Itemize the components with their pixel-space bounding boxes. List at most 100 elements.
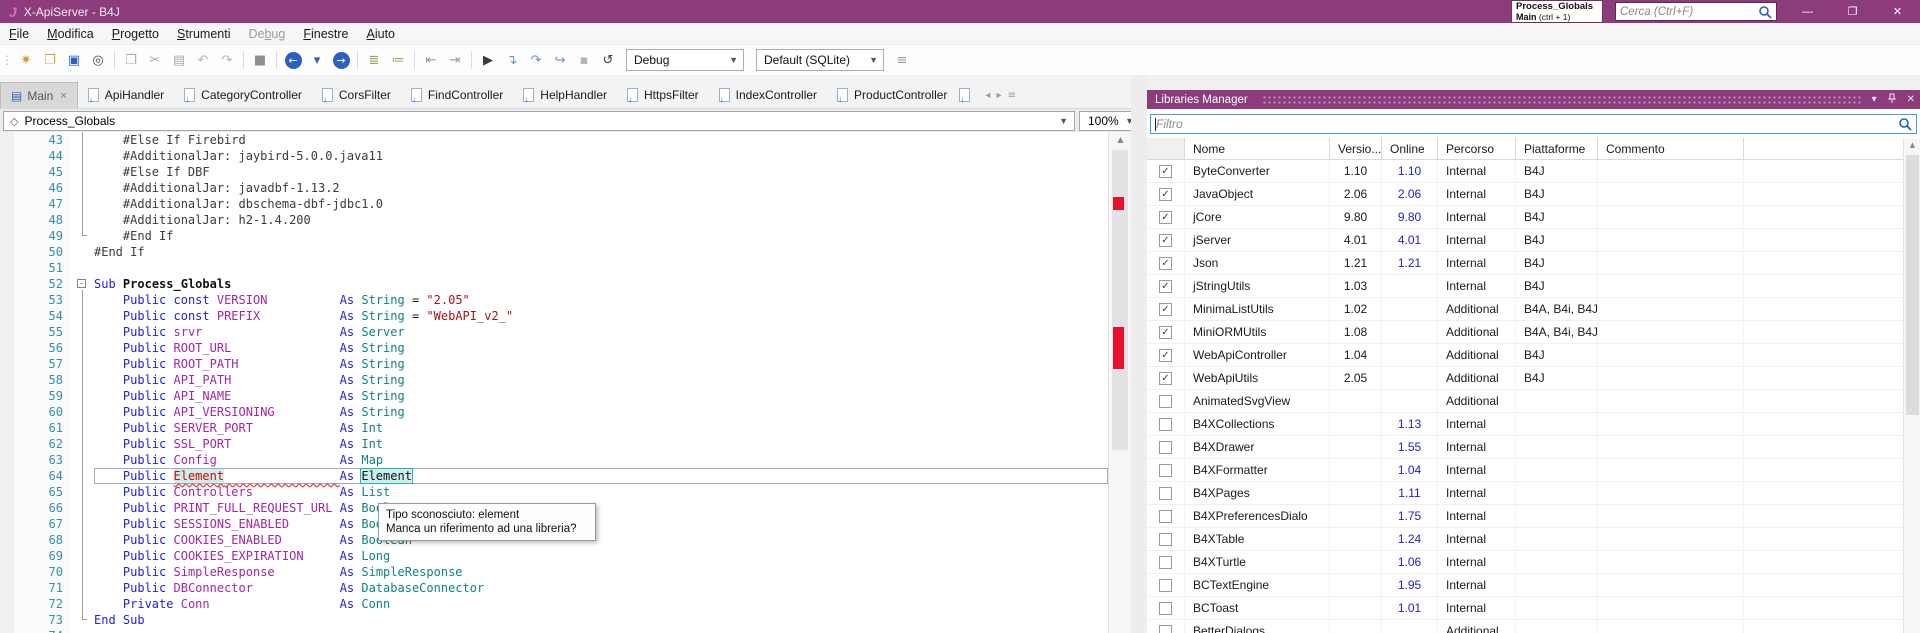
error-mark[interactable] xyxy=(1113,327,1124,369)
menu-item-modifica[interactable]: Modifica xyxy=(38,23,103,45)
code-line-53[interactable]: 53 Public const VERSION As String = "2.0… xyxy=(0,292,1108,308)
breakpoint-margin[interactable] xyxy=(0,548,14,564)
undo-icon[interactable]: ↶ xyxy=(192,49,214,71)
tab-productcontroller[interactable]: ProductController xyxy=(827,82,957,108)
step-into-icon[interactable]: ↴ xyxy=(501,49,523,71)
code-line-46[interactable]: 46 #AdditionalJar: javadbf-1.13.2 xyxy=(0,180,1108,196)
code-line-50[interactable]: 50 #End If xyxy=(0,244,1108,260)
table-row[interactable]: ✓ jServer 4.01 4.01 Internal B4J xyxy=(1147,229,1920,252)
code-line-56[interactable]: 56 Public ROOT_URL As String xyxy=(0,340,1108,356)
tab-apihandler[interactable]: ApiHandler xyxy=(78,82,174,108)
breakpoint-margin[interactable] xyxy=(0,404,14,420)
breakpoint-margin[interactable] xyxy=(0,356,14,372)
library-checkbox[interactable] xyxy=(1159,486,1172,500)
column-header-online[interactable]: Online xyxy=(1382,138,1438,160)
shift-left-icon[interactable]: ⇤ xyxy=(420,49,442,71)
table-row[interactable]: B4XTable 1.24 Internal xyxy=(1147,528,1920,551)
search-input[interactable] xyxy=(1616,5,1758,18)
breakpoint-margin[interactable] xyxy=(0,196,14,212)
library-checkbox[interactable] xyxy=(1159,394,1172,408)
breakpoint-margin[interactable] xyxy=(0,276,14,292)
uncomment-icon[interactable]: ≔ xyxy=(387,49,409,71)
code-line-52[interactable]: 52- Sub Process_Globals xyxy=(0,276,1108,292)
library-checkbox[interactable]: ✓ xyxy=(1159,302,1172,316)
filter-input[interactable] xyxy=(1151,117,1898,131)
scroll-up-icon[interactable]: ▲ xyxy=(1109,132,1132,148)
close-icon[interactable]: ✕ xyxy=(1902,94,1920,105)
tab-scroll-left-icon[interactable]: ◂ xyxy=(985,90,990,101)
paste-icon[interactable]: ▤ xyxy=(168,49,190,71)
nav-back-icon[interactable]: ← xyxy=(282,49,304,71)
current-module-indicator[interactable]: Process_Globals Main (ctrl + 1) xyxy=(1511,0,1603,23)
copy-icon[interactable]: ❐ xyxy=(120,49,142,71)
menu-item-file[interactable]: File xyxy=(0,23,38,45)
library-filter-box[interactable] xyxy=(1150,114,1917,134)
library-checkbox[interactable]: ✓ xyxy=(1159,279,1172,293)
library-checkbox[interactable] xyxy=(1159,601,1172,615)
breakpoint-margin[interactable] xyxy=(0,468,14,484)
breakpoint-margin[interactable] xyxy=(0,228,14,244)
breakpoint-margin[interactable] xyxy=(0,436,14,452)
libraries-manager-header[interactable]: Libraries Manager ▾ ✕ xyxy=(1147,90,1920,109)
code-line-55[interactable]: 55 Public srvr As Server xyxy=(0,324,1108,340)
editor-vertical-scrollbar[interactable]: ▲ xyxy=(1108,132,1131,633)
code-line-69[interactable]: 69 Public COOKIES_EXPIRATION As Long xyxy=(0,548,1108,564)
minimize-button[interactable]: — xyxy=(1785,0,1830,23)
code-line-73[interactable]: 73 End Sub xyxy=(0,612,1108,628)
libraries-scrollbar[interactable]: ▲ xyxy=(1903,138,1920,633)
table-row[interactable]: B4XCollections 1.13 Internal xyxy=(1147,413,1920,436)
library-checkbox[interactable]: ✓ xyxy=(1159,348,1172,362)
breakpoint-margin[interactable] xyxy=(0,516,14,532)
tab-categorycontroller[interactable]: CategoryController xyxy=(174,82,312,108)
tab-httpsfilter[interactable]: HttpsFilter xyxy=(617,82,709,108)
column-header-commento[interactable]: Commento xyxy=(1598,138,1744,160)
stop-icon[interactable]: ■ xyxy=(249,49,271,71)
panel-splitter[interactable] xyxy=(1131,75,1147,633)
table-row[interactable]: ✓ WebApiUtils 2.05 Additional B4J xyxy=(1147,367,1920,390)
tab-main[interactable]: ▤ Main × xyxy=(0,82,78,108)
cut-icon[interactable]: ✂ xyxy=(144,49,166,71)
breakpoint-margin[interactable] xyxy=(0,580,14,596)
breakpoint-margin[interactable] xyxy=(0,420,14,436)
table-row[interactable]: ✓ ByteConverter 1.10 1.10 Internal B4J xyxy=(1147,160,1920,183)
column-header-percorso[interactable]: Percorso xyxy=(1438,138,1516,160)
library-checkbox[interactable] xyxy=(1159,532,1172,546)
breakpoint-margin[interactable] xyxy=(0,132,14,148)
open-icon[interactable]: ❒ xyxy=(39,49,61,71)
tab-indexcontroller[interactable]: IndexController xyxy=(709,82,827,108)
nav-history-caret-icon[interactable]: ▾ xyxy=(306,49,328,71)
save-icon[interactable]: ▣ xyxy=(63,49,85,71)
table-row[interactable]: ✓ jCore 9.80 9.80 Internal B4J xyxy=(1147,206,1920,229)
table-row[interactable]: B4XPreferencesDialo 1.75 Internal xyxy=(1147,505,1920,528)
table-row[interactable]: ✓ JavaObject 2.06 2.06 Internal B4J xyxy=(1147,183,1920,206)
collapse-icon[interactable]: - xyxy=(77,279,86,288)
sub-selector-dropdown[interactable]: ◇ Process_Globals ▼ xyxy=(3,111,1075,131)
code-line-74[interactable]: 74 xyxy=(0,628,1108,633)
new-module-icon[interactable]: ✷ xyxy=(15,49,37,71)
breakpoint-margin[interactable] xyxy=(0,564,14,580)
breakpoint-margin[interactable] xyxy=(0,180,14,196)
code-line-70[interactable]: 70 Public SimpleResponse As SimpleRespon… xyxy=(0,564,1108,580)
breakpoint-margin[interactable] xyxy=(0,212,14,228)
column-header-nome[interactable]: Nome xyxy=(1185,138,1330,160)
breakpoint-margin[interactable] xyxy=(0,260,14,276)
library-checkbox[interactable] xyxy=(1159,509,1172,523)
code-line-44[interactable]: 44 #AdditionalJar: jaybird-5.0.0.java11 xyxy=(0,148,1108,164)
code-line-45[interactable]: 45 #Else If DBF xyxy=(0,164,1108,180)
code-line-61[interactable]: 61 Public SERVER_PORT As Int xyxy=(0,420,1108,436)
redo-icon[interactable]: ↷ xyxy=(216,49,238,71)
tab-scroll-right-icon[interactable]: ▸ xyxy=(996,90,1001,101)
breakpoint-margin[interactable] xyxy=(0,292,14,308)
pause-icon[interactable]: ▪ xyxy=(573,49,595,71)
scrollbar-thumb[interactable] xyxy=(1112,150,1128,450)
code-line-57[interactable]: 57 Public ROOT_PATH As String xyxy=(0,356,1108,372)
table-row[interactable]: BCTextEngine 1.95 Internal xyxy=(1147,574,1920,597)
table-row[interactable]: ✓ Json 1.21 1.21 Internal B4J xyxy=(1147,252,1920,275)
table-row[interactable]: ✓ WebApiController 1.04 Additional B4J xyxy=(1147,344,1920,367)
tab-partial[interactable] xyxy=(957,82,978,108)
code-line-48[interactable]: 48 #AdditionalJar: h2-1.4.200 xyxy=(0,212,1108,228)
menu-item-progetto[interactable]: Progetto xyxy=(103,23,168,45)
library-checkbox[interactable]: ✓ xyxy=(1159,164,1172,178)
pin-icon[interactable] xyxy=(1882,92,1902,107)
table-row[interactable]: B4XFormatter 1.04 Internal xyxy=(1147,459,1920,482)
